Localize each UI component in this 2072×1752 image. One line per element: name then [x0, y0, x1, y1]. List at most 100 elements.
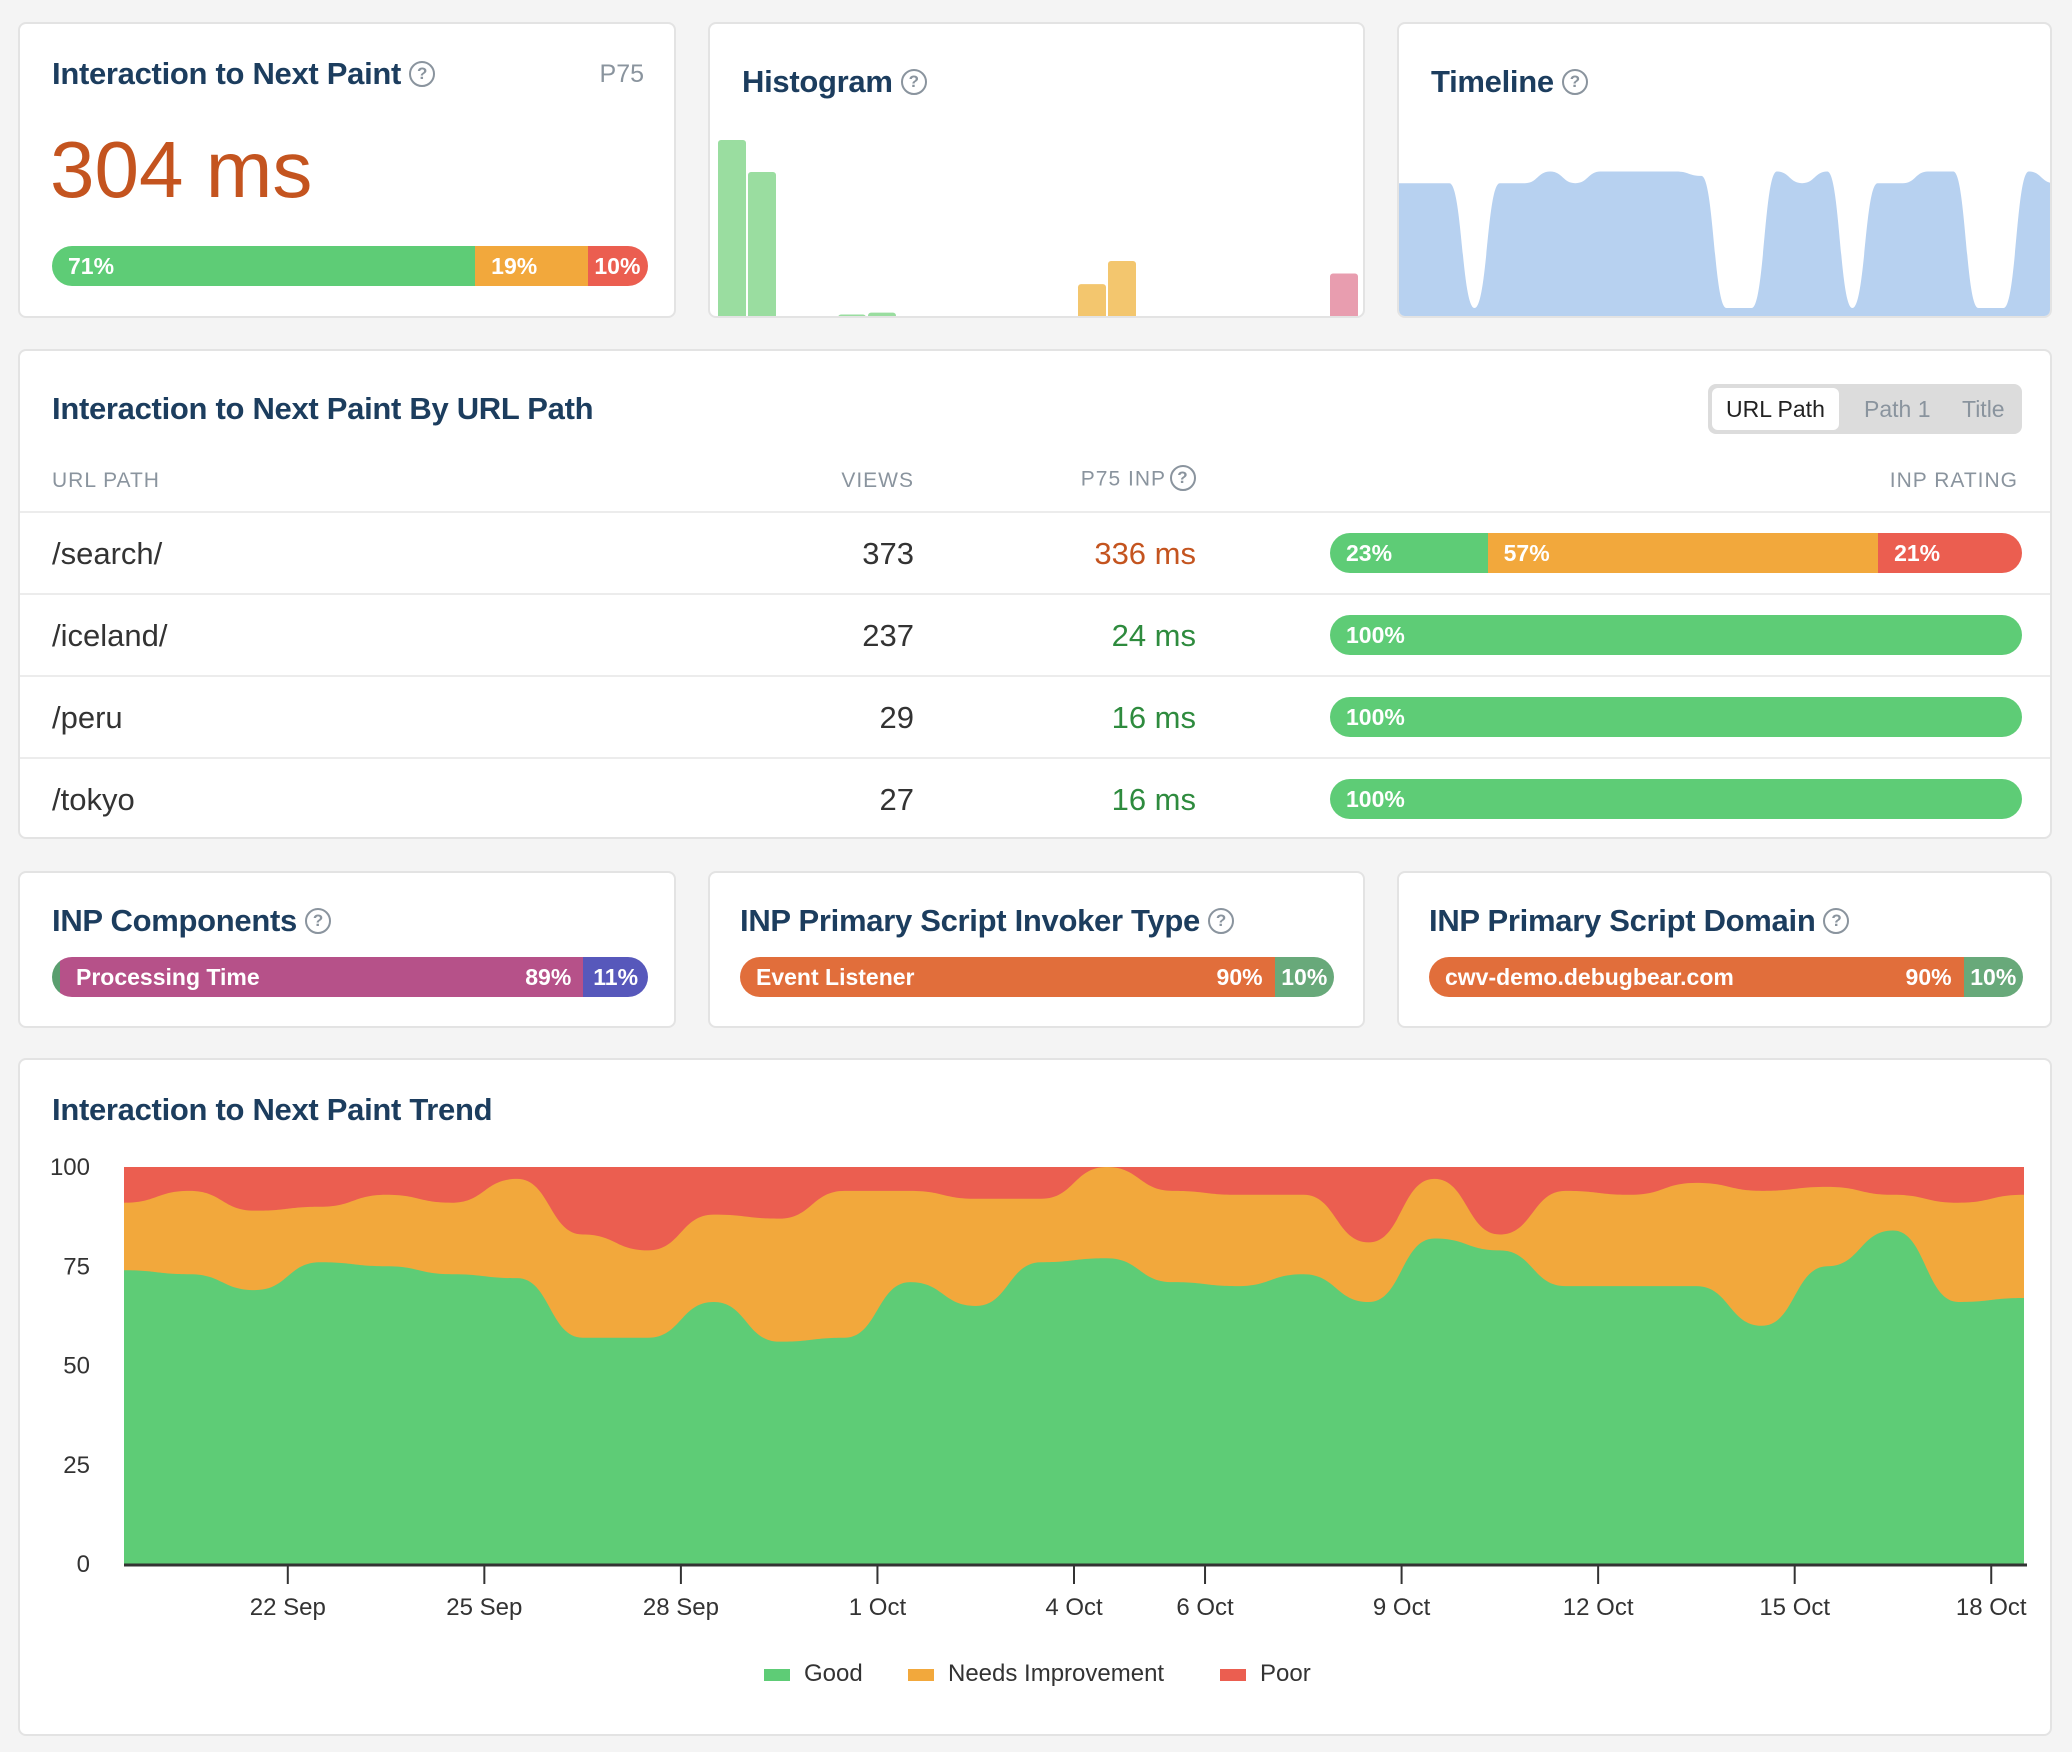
script-domain-card: INP Primary Script Domain? cwv-demo.debu… — [1397, 871, 2052, 1028]
y-tick-label: 25 — [63, 1452, 90, 1479]
bar-segment-good[interactable]: 100% — [1330, 697, 2022, 737]
help-icon[interactable]: ? — [1170, 465, 1196, 491]
col-header-views[interactable]: VIEWS — [841, 469, 914, 493]
inp-summary-title-text: Interaction to Next Paint — [52, 56, 402, 91]
x-tick-label: 12 Oct — [1563, 1594, 1634, 1621]
y-tick-label: 75 — [63, 1253, 90, 1280]
legend-item-needs-improvement[interactable]: Needs Improvement — [908, 1660, 1164, 1688]
bar-segment-poor[interactable]: 10% — [588, 246, 648, 286]
col-header-url-path[interactable]: URL PATH — [52, 469, 160, 493]
bar-segment-label: 100% — [1346, 622, 1405, 648]
bar-segment-processing[interactable]: Processing Time 89% — [60, 957, 584, 997]
col-header-inp-rating[interactable]: INP RATING — [1890, 469, 2018, 493]
inp-summary-card: Interaction to Next Paint? P75 304 ms 71… — [18, 22, 676, 318]
p75-inp-cell: 16 ms — [1111, 782, 1196, 817]
bar-segment-invoker[interactable]: Event Listener 90% — [740, 957, 1275, 997]
histogram-bar[interactable] — [1330, 273, 1358, 319]
histogram-bar[interactable] — [748, 172, 776, 318]
legend-label: Good — [804, 1660, 863, 1687]
bar-segment-label: 10% — [594, 253, 641, 279]
inp-rating-bar[interactable]: 100% — [1330, 697, 2022, 737]
bar-segment-label: 57% — [1503, 540, 1550, 566]
bar-segment-needs-improvement[interactable]: 19% — [475, 246, 589, 286]
help-icon[interactable]: ? — [409, 60, 436, 87]
legend-swatch — [764, 1668, 790, 1681]
inp-rating-bar[interactable]: 100% — [1330, 779, 2022, 819]
histogram-bar[interactable] — [838, 314, 866, 318]
script-domain-bar[interactable]: cwv-demo.debugbear.com 90% 10% — [1429, 957, 2023, 997]
bar-segment-value: 11% — [593, 964, 639, 990]
p75-inp-cell: 16 ms — [1111, 700, 1196, 735]
bar-segment-label: 19% — [491, 253, 538, 279]
help-icon[interactable]: ? — [1823, 907, 1850, 934]
x-tick-label: 15 Oct — [1759, 1594, 1830, 1621]
bar-segment-other-green[interactable]: 10% — [1274, 957, 1334, 997]
timeline-card: Timeline? — [1397, 22, 2052, 318]
url-path-title: Interaction to Next Paint By URL Path — [52, 391, 594, 426]
bar-segment-presentation[interactable]: 11% — [583, 957, 648, 997]
url-path-card: Interaction to Next Paint By URL Path UR… — [18, 349, 2052, 839]
table-row[interactable]: /peru 29 16 ms 100% — [20, 675, 2050, 759]
percentile-label: P75 — [599, 60, 644, 88]
timeline-chart[interactable] — [1399, 24, 2052, 318]
histogram-chart[interactable] — [710, 24, 1365, 318]
toggle-url-path[interactable]: URL Path — [1712, 388, 1839, 430]
p75-inp-cell: 336 ms — [1094, 536, 1196, 571]
script-domain-title: INP Primary Script Domain? — [1429, 903, 1850, 939]
inp-rating-bar[interactable]: 100% — [1330, 615, 2022, 655]
help-icon[interactable]: ? — [1207, 907, 1234, 934]
url-path-cell[interactable]: /tokyo — [52, 759, 135, 837]
bar-segment-label: 23% — [1346, 540, 1393, 566]
bar-segment-good[interactable]: 71% — [52, 246, 476, 286]
legend-item-poor[interactable]: Poor — [1220, 1660, 1311, 1688]
url-path-cell[interactable]: /search/ — [52, 513, 162, 595]
legend-item-good[interactable]: Good — [764, 1660, 863, 1688]
legend-swatch — [1220, 1668, 1246, 1681]
bar-segment-good[interactable]: 100% — [1330, 615, 2022, 655]
bar-segment-other-green[interactable]: 10% — [1963, 957, 2023, 997]
views-cell: 237 — [862, 618, 914, 653]
timeline-area[interactable] — [1399, 171, 2052, 318]
bar-segment-good[interactable]: 23% — [1330, 533, 1488, 573]
x-tick-label: 28 Sep — [643, 1594, 719, 1621]
views-cell: 373 — [862, 536, 914, 571]
bar-segment-input-delay[interactable] — [52, 957, 60, 997]
views-cell: 27 — [879, 782, 914, 817]
histogram-bar[interactable] — [718, 140, 746, 318]
legend-label: Poor — [1260, 1660, 1311, 1687]
invoker-type-title: INP Primary Script Invoker Type? — [740, 903, 1234, 939]
histogram-bar[interactable] — [1108, 261, 1136, 318]
histogram-bar[interactable] — [1078, 284, 1106, 318]
inp-rating-bar[interactable]: 23% 57% 21% — [1330, 533, 2022, 573]
table-row[interactable]: /tokyo 27 16 ms 100% — [20, 757, 2050, 837]
toggle-title[interactable]: Title — [1948, 388, 2019, 430]
table-row[interactable]: /search/373 336 ms 23% 57% 21% — [20, 511, 2050, 595]
x-tick-label: 4 Oct — [1045, 1594, 1103, 1621]
url-path-cell[interactable]: /iceland/ — [52, 595, 167, 677]
inp-components-title-text: INP Components — [52, 903, 297, 938]
help-icon[interactable]: ? — [304, 907, 331, 934]
invoker-type-bar[interactable]: Event Listener 90% 10% — [740, 957, 1334, 997]
x-tick-label: 9 Oct — [1373, 1594, 1431, 1621]
bar-segment-needs-improvement[interactable]: 57% — [1487, 533, 1879, 573]
legend-swatch — [908, 1668, 934, 1681]
y-tick-label: 50 — [63, 1353, 90, 1380]
views-cell: 29 — [879, 700, 914, 735]
x-tick-label: 6 Oct — [1176, 1594, 1234, 1621]
invoker-type-card: INP Primary Script Invoker Type? Event L… — [708, 871, 1365, 1028]
table-row[interactable]: /iceland/237 24 ms 100% — [20, 593, 2050, 677]
bar-segment-label: 100% — [1346, 786, 1405, 812]
toggle-path-1[interactable]: Path 1 — [1850, 388, 1945, 430]
histogram-bar[interactable] — [868, 312, 896, 318]
trend-chart[interactable]: 0 25 50 75 100 22 Sep 25 Sep 28 Sep 1 Oct 4 Oct 6 … — [20, 1060, 2052, 1736]
script-domain-title-text: INP Primary Script Domain — [1429, 903, 1816, 938]
bar-segment-poor[interactable]: 21% — [1878, 533, 2022, 573]
bar-segment-invoker[interactable]: cwv-demo.debugbear.com 90% — [1429, 957, 1964, 997]
p75-inp-cell: 24 ms — [1111, 618, 1196, 653]
col-header-p75-inp[interactable]: P75 INP? — [1081, 465, 1196, 493]
inp-components-bar[interactable]: Processing Time 89% 11% — [52, 957, 648, 997]
y-tick-label: 0 — [77, 1551, 90, 1578]
bar-segment-good[interactable]: 100% — [1330, 779, 2022, 819]
url-path-cell[interactable]: /peru — [52, 677, 123, 759]
x-tick-label: 1 Oct — [849, 1594, 907, 1621]
